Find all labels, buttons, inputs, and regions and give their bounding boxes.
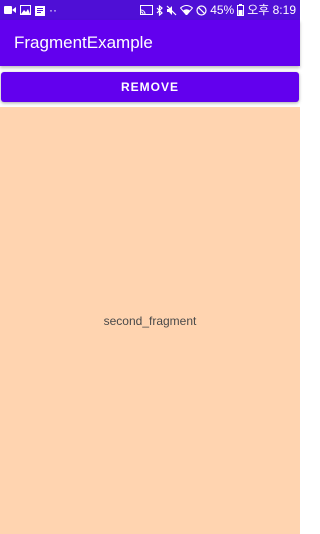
remove-button[interactable]: REMOVE bbox=[1, 72, 299, 102]
status-dots: ·· bbox=[49, 3, 57, 17]
second-fragment-container: second_fragment bbox=[0, 107, 300, 534]
app-bar: FragmentExample bbox=[0, 20, 300, 66]
status-bar-right: 45% 오후 8:19 bbox=[140, 4, 296, 16]
bluetooth-icon bbox=[156, 4, 164, 16]
battery-percent: 45% bbox=[210, 3, 235, 17]
cast-icon bbox=[140, 4, 154, 16]
no-signal-icon bbox=[196, 4, 207, 16]
fragment-label: second_fragment bbox=[103, 314, 197, 328]
video-call-icon bbox=[4, 4, 16, 16]
mute-icon bbox=[166, 4, 177, 16]
status-time: 오후 8:19 bbox=[247, 3, 296, 17]
wifi-icon bbox=[180, 4, 194, 16]
status-bar-left: ·· bbox=[4, 4, 57, 16]
battery-icon bbox=[237, 4, 245, 16]
clipboard-icon bbox=[35, 4, 45, 16]
status-bar: ·· 45% 오후 8:19 bbox=[0, 0, 300, 20]
image-icon bbox=[20, 4, 31, 16]
app-title: FragmentExample bbox=[14, 33, 153, 52]
